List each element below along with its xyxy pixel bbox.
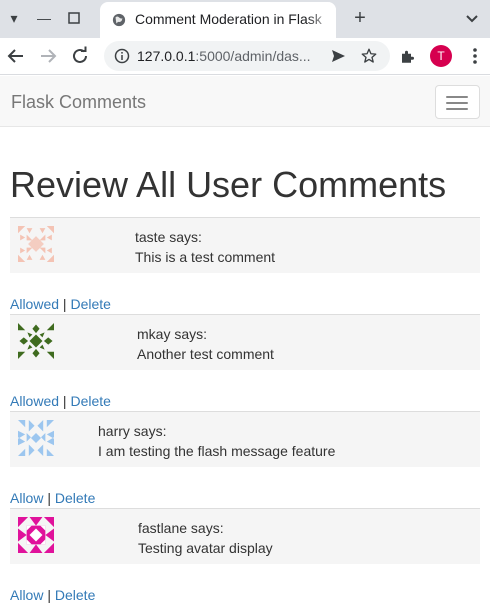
site-navbar: Flask Comments [0, 76, 490, 127]
globe-icon [112, 13, 126, 27]
url-text: 127.0.0.1:5000/admin/das... [137, 48, 311, 64]
url-host: 127.0.0.1 [137, 48, 196, 64]
allowed-link[interactable]: Allowed [10, 296, 59, 312]
profile-avatar[interactable]: T [430, 45, 452, 67]
comment-author: taste says: [135, 229, 202, 245]
comment-text: Testing avatar display [138, 540, 273, 556]
minimize-icon[interactable]: — [32, 6, 56, 30]
action-separator: | [62, 296, 67, 312]
action-separator: | [47, 490, 51, 506]
comment-actions: Allow | Delete [10, 490, 95, 506]
address-bar[interactable]: 127.0.0.1:5000/admin/das... [104, 41, 390, 71]
action-separator: | [62, 393, 67, 409]
comment-author: mkay says: [137, 326, 208, 342]
info-icon[interactable] [114, 48, 130, 64]
new-tab-icon[interactable]: + [348, 6, 372, 30]
avatar-identicon [18, 517, 54, 553]
tab-fade [306, 2, 336, 38]
comment-actions: Allowed | Delete [10, 393, 111, 409]
comment-text: Another test comment [137, 346, 274, 362]
forward-icon[interactable] [36, 44, 60, 68]
hamburger-icon-bar [446, 102, 468, 104]
navbar-brand[interactable]: Flask Comments [11, 92, 146, 113]
navbar-toggle-button[interactable] [435, 85, 480, 119]
browser-tab-bar: ▾ — Comment Moderation in Flask + [0, 0, 490, 38]
back-icon[interactable] [4, 44, 28, 68]
hamburger-icon-bar [446, 108, 468, 110]
reload-icon[interactable] [68, 44, 92, 68]
avatar-identicon [18, 420, 54, 456]
star-icon[interactable] [360, 47, 378, 65]
allow-link[interactable]: Allow [10, 490, 43, 506]
hamburger-icon [446, 96, 468, 98]
comment-author: fastlane says: [138, 520, 224, 536]
comment-card: mkay says: Another test comment [10, 314, 480, 370]
extensions-icon[interactable] [399, 47, 417, 65]
browser-toolbar: 127.0.0.1:5000/admin/das... T [0, 38, 490, 75]
page-title: Review All User Comments [10, 164, 447, 205]
browser-tab[interactable]: Comment Moderation in Flask [100, 2, 336, 38]
avatar-identicon [18, 226, 54, 262]
comment-text: This is a test comment [135, 249, 276, 265]
comment-text: I am testing the flash message feature [98, 443, 336, 459]
delete-link[interactable]: Delete [70, 296, 110, 312]
comment-author: harry says: [98, 423, 167, 439]
comment-card: fastlane says: Testing avatar display [10, 508, 480, 564]
comment-card: harry says: I am testing the flash messa… [10, 411, 480, 467]
comment-actions: Allowed | Delete [10, 296, 111, 312]
maximize-icon[interactable] [62, 6, 86, 30]
comment-card: taste says: This is a test comment [10, 217, 480, 273]
comment-actions: Allow | Delete [10, 587, 95, 603]
url-path: :5000/admin/das... [195, 48, 311, 64]
tab-title: Comment Moderation in Flask [135, 11, 322, 27]
allowed-link[interactable]: Allowed [10, 393, 59, 409]
window-menu-icon[interactable]: ▾ [2, 6, 26, 30]
kebab-menu-icon[interactable] [466, 47, 484, 65]
avatar-identicon [18, 323, 54, 359]
action-separator: | [47, 587, 51, 603]
delete-link[interactable]: Delete [70, 393, 110, 409]
delete-link[interactable]: Delete [55, 490, 95, 506]
tab-search-chevron-icon[interactable] [462, 8, 482, 28]
delete-link[interactable]: Delete [55, 587, 95, 603]
allow-link[interactable]: Allow [10, 587, 43, 603]
send-icon[interactable] [330, 48, 346, 64]
